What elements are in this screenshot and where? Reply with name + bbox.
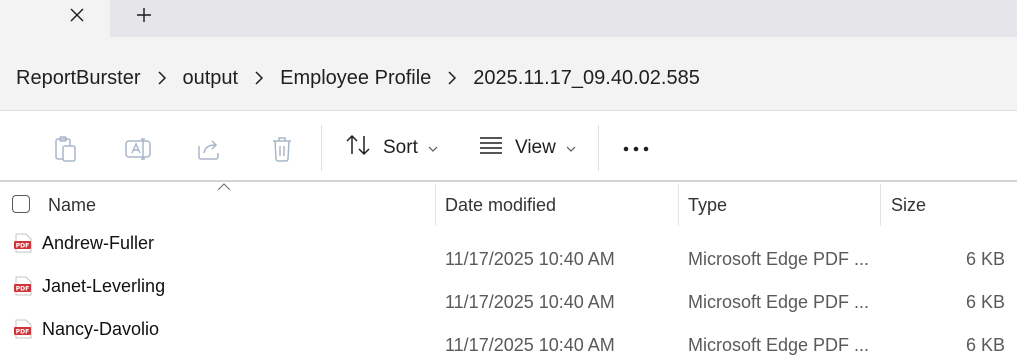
- chevron-right-icon[interactable]: [238, 71, 280, 85]
- column-resize-handle[interactable]: [435, 184, 436, 226]
- share-icon[interactable]: [192, 131, 228, 167]
- address-bar: ReportBurster output Employee Profile 20…: [0, 37, 1017, 110]
- more-icon[interactable]: [618, 131, 654, 167]
- view-button[interactable]: View: [479, 129, 576, 167]
- select-all-checkbox[interactable]: [12, 195, 30, 213]
- view-icon: [479, 136, 503, 160]
- breadcrumb-item-employee-profile[interactable]: Employee Profile: [280, 67, 431, 90]
- column-header-date-modified[interactable]: Date modified: [445, 182, 556, 228]
- file-type: Microsoft Edge PDF ...: [688, 291, 870, 312]
- toolbar-separator: [598, 125, 599, 171]
- file-name: Andrew-Fuller: [42, 232, 155, 253]
- breadcrumb-item-output[interactable]: output: [183, 67, 239, 90]
- breadcrumb-item-current-folder[interactable]: 2025.11.17_09.40.02.585: [473, 67, 700, 90]
- file-size: 6 KB: [965, 334, 1005, 355]
- file-row[interactable]: PDF Nancy-Davolio 11/17/2025 10:40 AM Mi…: [0, 318, 1017, 361]
- pdf-file-icon: PDF: [14, 319, 32, 339]
- file-type: Microsoft Edge PDF ...: [688, 334, 870, 355]
- tab-strip: [0, 0, 1017, 37]
- column-header-row: Name Date modified Type Size: [0, 182, 1017, 228]
- breadcrumb-item-reportburster[interactable]: ReportBurster: [16, 67, 141, 90]
- chevron-down-icon: [566, 137, 576, 159]
- file-date-modified: 11/17/2025 10:40 AM: [445, 334, 615, 355]
- column-resize-handle[interactable]: [880, 184, 881, 226]
- svg-text:PDF: PDF: [16, 328, 29, 335]
- pdf-file-icon: PDF: [14, 276, 32, 296]
- svg-text:PDF: PDF: [16, 285, 29, 292]
- plus-icon[interactable]: [127, 0, 161, 30]
- command-bar: Sort View: [0, 111, 1017, 181]
- sort-button[interactable]: Sort: [345, 129, 438, 167]
- paste-icon[interactable]: [48, 131, 84, 167]
- file-name-cell[interactable]: PDF Nancy-Davolio: [13, 318, 159, 340]
- file-date-modified: 11/17/2025 10:40 AM: [445, 291, 615, 312]
- file-name: Nancy-Davolio: [42, 318, 160, 339]
- pdf-file-icon: PDF: [14, 233, 32, 253]
- file-size: 6 KB: [965, 291, 1005, 312]
- column-header-size[interactable]: Size: [891, 182, 926, 228]
- toolbar-separator: [321, 125, 322, 171]
- column-header-type[interactable]: Type: [688, 182, 727, 228]
- file-row[interactable]: PDF Andrew-Fuller 11/17/2025 10:40 AM Mi…: [0, 232, 1017, 275]
- close-icon[interactable]: [60, 0, 94, 30]
- file-type: Microsoft Edge PDF ...: [688, 248, 870, 269]
- view-label: View: [515, 137, 556, 158]
- file-date-modified: 11/17/2025 10:40 AM: [445, 248, 615, 269]
- chevron-right-icon[interactable]: [141, 71, 183, 85]
- file-row[interactable]: PDF Janet-Leverling 11/17/2025 10:40 AM …: [0, 275, 1017, 318]
- chevron-right-icon[interactable]: [431, 71, 473, 85]
- column-resize-handle[interactable]: [678, 184, 679, 226]
- svg-text:PDF: PDF: [16, 242, 29, 249]
- file-name: Janet-Leverling: [42, 275, 166, 296]
- sort-icon: [345, 134, 371, 162]
- sort-label: Sort: [383, 137, 418, 158]
- chevron-down-icon: [428, 137, 438, 159]
- file-size: 6 KB: [965, 248, 1005, 269]
- rename-icon[interactable]: [120, 131, 156, 167]
- column-header-name[interactable]: Name: [48, 182, 96, 228]
- breadcrumb: ReportBurster output Employee Profile 20…: [16, 37, 700, 119]
- file-name-cell[interactable]: PDF Janet-Leverling: [13, 275, 165, 297]
- file-name-cell[interactable]: PDF Andrew-Fuller: [13, 232, 154, 254]
- delete-icon[interactable]: [264, 131, 300, 167]
